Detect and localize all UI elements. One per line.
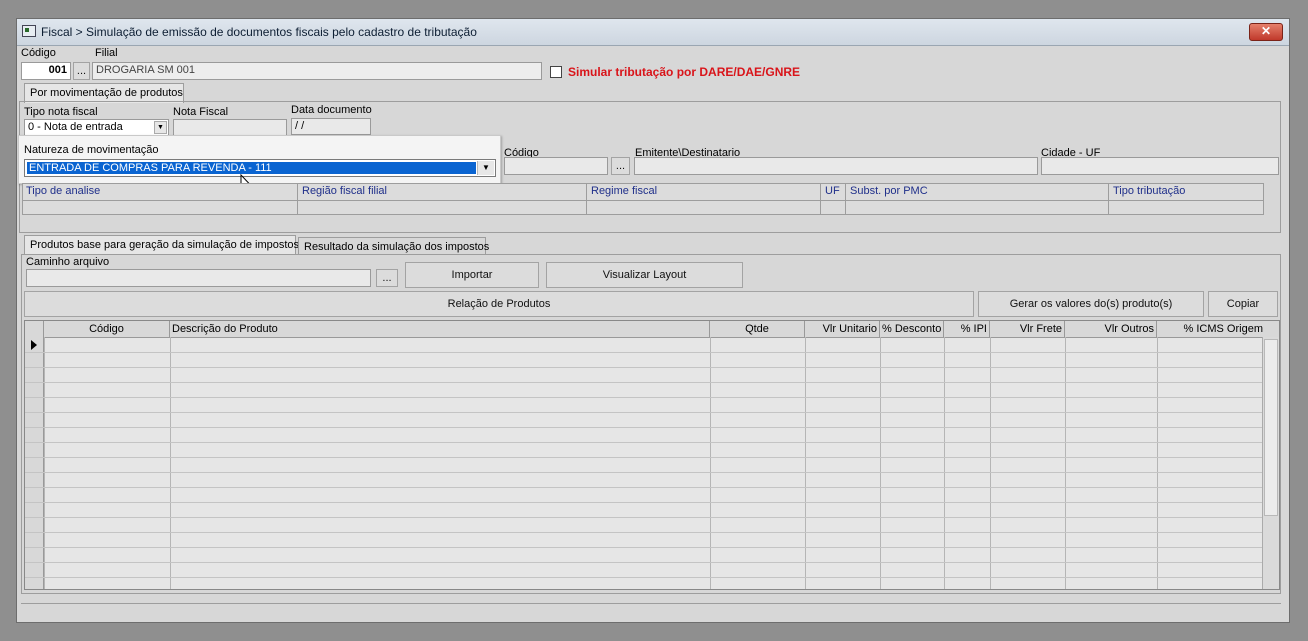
grid-column-line [1065, 337, 1066, 589]
natureza-label: Natureza de movimentação [24, 144, 159, 156]
data-documento-label: Data documento [291, 104, 372, 116]
table-row [25, 502, 1279, 503]
col-desconto[interactable]: % Desconto [880, 321, 944, 337]
natureza-popup: Natureza de movimentação ENTRADA DE COMP… [18, 135, 501, 184]
grid-column-line [1157, 337, 1158, 589]
tab-label: Produtos base para geração da simulação … [30, 239, 300, 251]
tab-label: Por movimentação de produtos [30, 87, 183, 99]
emitente-codigo-field[interactable] [504, 157, 608, 175]
table-row [25, 397, 1279, 398]
analysis-col-sep [845, 184, 846, 215]
tipo-analise-header: Tipo de analise [26, 185, 101, 197]
cidade-uf-field[interactable] [1041, 157, 1279, 175]
simular-label: Simular tributação por DARE/DAE/GNRE [568, 65, 801, 79]
close-button[interactable]: ✕ [1249, 23, 1283, 41]
simular-checkbox[interactable] [550, 66, 562, 78]
gerar-valores-button[interactable]: Gerar os valores do(s) produto(s) [978, 291, 1204, 317]
codigo-field[interactable]: 001 [21, 62, 71, 80]
tipo-nota-select[interactable]: 0 - Nota de entrada ▼ [24, 119, 169, 136]
vertical-scrollbar[interactable] [1262, 337, 1279, 589]
visualizar-layout-button[interactable]: Visualizar Layout [546, 262, 743, 288]
analysis-table: Tipo de analise Região fiscal filial Reg… [22, 183, 1264, 215]
row-indicator-column [25, 337, 44, 589]
table-row [25, 352, 1279, 353]
copiar-button[interactable]: Copiar [1208, 291, 1278, 317]
table-row [25, 487, 1279, 488]
tipo-nota-label: Tipo nota fiscal [24, 106, 98, 118]
table-row [25, 367, 1279, 368]
col-qtde[interactable]: Qtde [710, 321, 805, 337]
table-row [25, 412, 1279, 413]
emitente-field[interactable] [634, 157, 1038, 175]
grid-column-line [990, 337, 991, 589]
scrollbar-thumb[interactable] [1264, 339, 1278, 516]
regiao-fiscal-header: Região fiscal filial [302, 185, 387, 197]
table-row [25, 547, 1279, 548]
codigo-label: Código [21, 47, 56, 59]
table-row [25, 442, 1279, 443]
analysis-col-sep [297, 184, 298, 215]
nota-fiscal-label: Nota Fiscal [173, 106, 229, 118]
subst-pmc-header: Subst. por PMC [850, 185, 928, 197]
table-row [25, 427, 1279, 428]
regime-fiscal-header: Regime fiscal [591, 185, 658, 197]
caminho-arquivo-field[interactable] [26, 269, 371, 287]
filial-label: Filial [95, 47, 118, 59]
bottom-divider [21, 603, 1281, 604]
data-documento-field[interactable]: / / [291, 118, 371, 135]
col-ipi[interactable]: % IPI [944, 321, 990, 337]
relacao-produtos-button[interactable]: Relação de Produtos [24, 291, 974, 317]
analysis-divider [23, 200, 1263, 201]
grid-corner [25, 321, 44, 337]
col-codigo[interactable]: Código [44, 321, 170, 337]
chevron-down-icon[interactable]: ▼ [477, 161, 494, 175]
table-row [25, 562, 1279, 563]
arquivo-browse-button[interactable]: ... [376, 269, 398, 287]
filial-browse-button[interactable]: ... [73, 62, 90, 80]
chevron-down-icon[interactable]: ▼ [154, 121, 167, 134]
table-row [25, 517, 1279, 518]
col-vlr-outros[interactable]: Vlr Outros [1065, 321, 1157, 337]
analysis-col-sep [1108, 184, 1109, 215]
tab-por-movimentacao[interactable]: Por movimentação de produtos [24, 83, 184, 103]
grid-column-line [170, 337, 171, 589]
table-row [25, 577, 1279, 578]
emitente-browse-button[interactable]: ... [611, 157, 630, 175]
analysis-col-sep [820, 184, 821, 215]
products-grid[interactable]: Código Descrição do Produto Qtde Vlr Uni… [24, 320, 1280, 590]
tab-resultado-simulacao[interactable]: Resultado da simulação dos impostos [298, 237, 490, 255]
tab-label: Resultado da simulação dos impostos [304, 241, 490, 253]
grid-column-line [944, 337, 945, 589]
natureza-value: ENTRADA DE COMPRAS PARA REVENDA - 111 [27, 162, 476, 174]
natureza-select[interactable]: ENTRADA DE COMPRAS PARA REVENDA - 111 ▼ [24, 159, 496, 177]
table-row [25, 532, 1279, 533]
grid-column-line [44, 337, 45, 589]
app-icon [22, 25, 36, 37]
tab-produtos-base[interactable]: Produtos base para geração da simulação … [24, 235, 300, 255]
importar-button[interactable]: Importar [405, 262, 539, 288]
current-row-arrow-icon [31, 340, 37, 350]
grid-column-line [805, 337, 806, 589]
window-title: Fiscal > Simulação de emissão de documen… [41, 25, 477, 39]
tipo-nota-value: 0 - Nota de entrada [28, 121, 123, 133]
table-row [25, 382, 1279, 383]
grid-header: Código Descrição do Produto Qtde Vlr Uni… [25, 321, 1279, 338]
analysis-col-sep [586, 184, 587, 215]
table-row [25, 457, 1279, 458]
caminho-arquivo-label: Caminho arquivo [26, 256, 110, 268]
col-vlr-frete[interactable]: Vlr Frete [990, 321, 1065, 337]
col-icms-origem[interactable]: % ICMS Origem [1157, 321, 1265, 337]
col-vlr-unitario[interactable]: Vlr Unitario [805, 321, 880, 337]
grid-column-line [710, 337, 711, 589]
filial-field[interactable]: DROGARIA SM 001 [92, 62, 542, 80]
uf-header: UF [825, 185, 840, 197]
col-descricao[interactable]: Descrição do Produto [170, 321, 710, 337]
title-bar: Fiscal > Simulação de emissão de documen… [17, 19, 1289, 46]
grid-column-line [880, 337, 881, 589]
tipo-tributacao-header: Tipo tributação [1113, 185, 1186, 197]
nota-fiscal-field[interactable] [173, 119, 287, 136]
table-row [25, 472, 1279, 473]
close-icon: ✕ [1260, 24, 1272, 38]
